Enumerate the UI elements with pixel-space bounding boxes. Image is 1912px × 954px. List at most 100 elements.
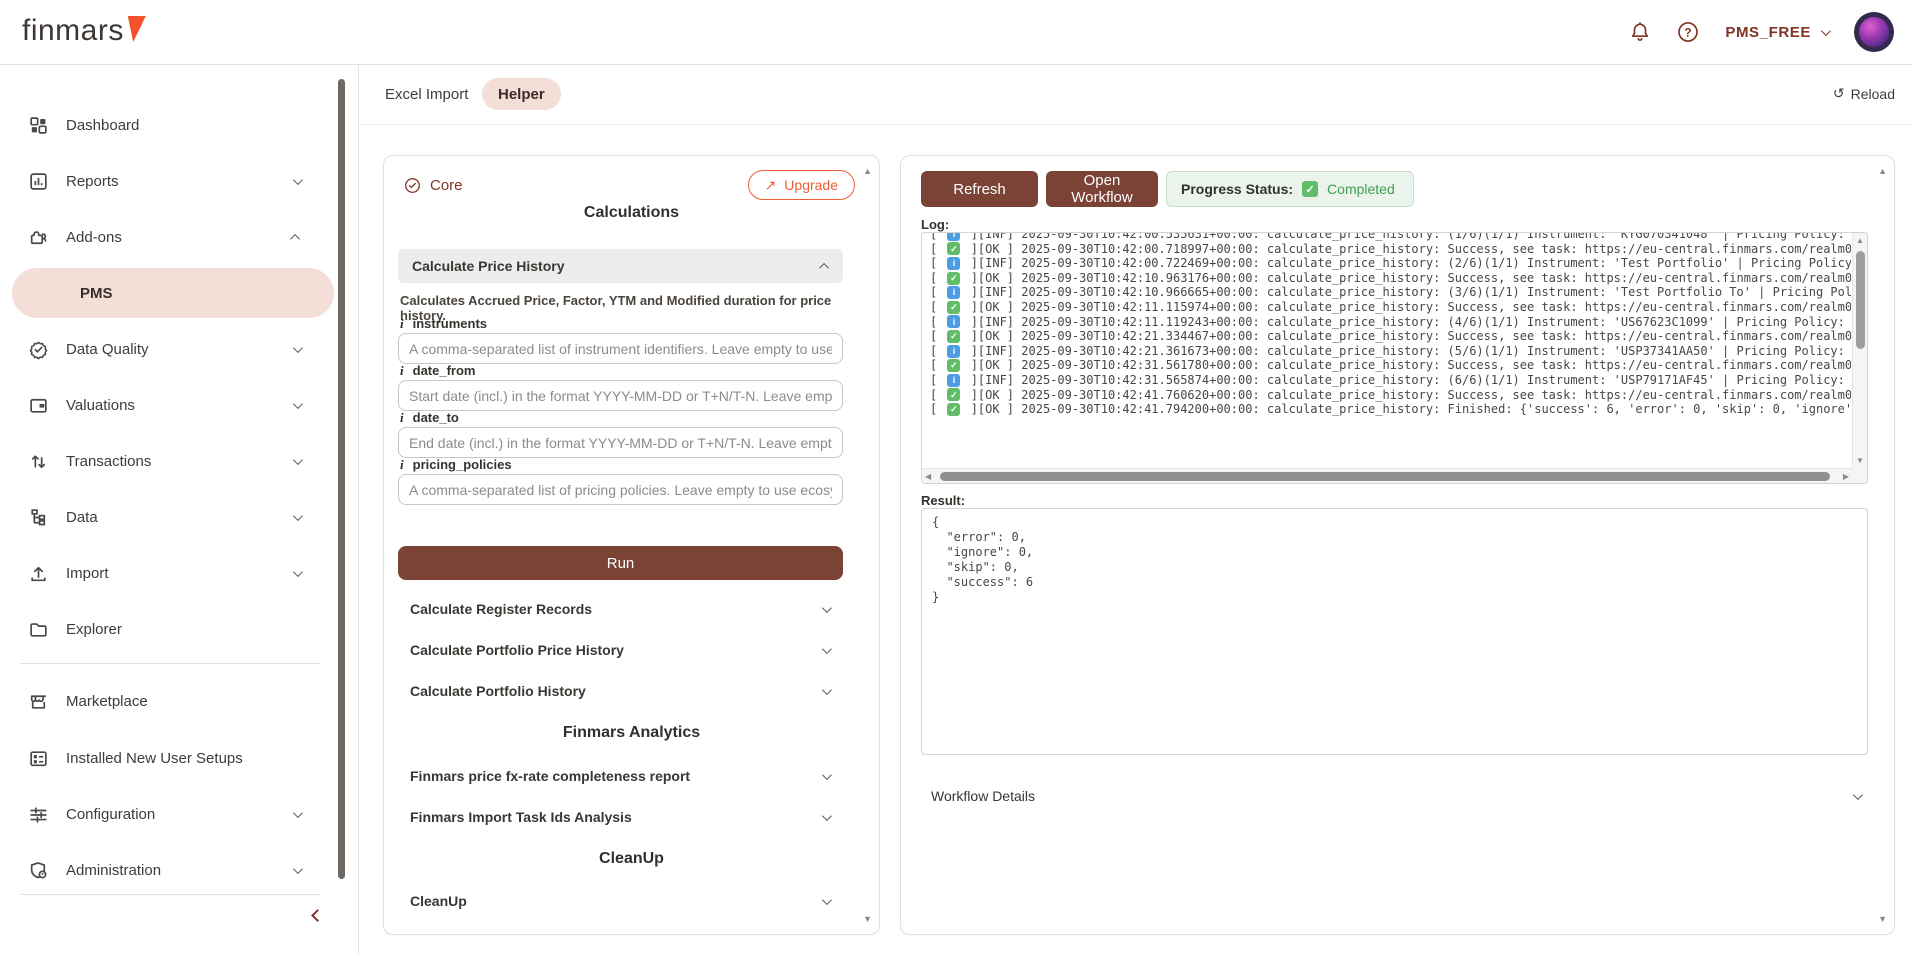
sidebar-item-import[interactable]: Import (0, 545, 336, 601)
calculations-heading: Calculations (384, 204, 879, 222)
addons-puzzle-icon (27, 226, 49, 248)
sidebar-collapse-button[interactable] (313, 907, 322, 925)
scrollbar-thumb[interactable] (1856, 251, 1865, 349)
panel-scroll-up-icon[interactable]: ▲ (863, 166, 872, 176)
log-message: 2025-09-30T10:42:31.565874+00:00: calcul… (1021, 373, 1851, 388)
log-level-icon (947, 359, 960, 372)
log-level-tag: ][OK ] (971, 271, 1022, 286)
date-to-input[interactable] (398, 427, 843, 458)
sidebar-item-transactions[interactable]: Transactions (0, 433, 336, 489)
log-line: [ ][OK ] 2025-09-30T10:42:41.794200+00:0… (930, 402, 1851, 417)
refresh-button[interactable]: Refresh (921, 171, 1038, 207)
panel-scroll-down-icon[interactable]: ▼ (1878, 914, 1887, 924)
accordion-calculate-price-history[interactable]: Calculate Price History (398, 249, 843, 283)
sidebar-item-label: Data (66, 509, 293, 526)
progress-status-value: Completed (1327, 181, 1395, 197)
workflow-details-accordion[interactable]: Workflow Details (921, 776, 1876, 816)
sidebar-item-valuations[interactable]: Valuations (0, 377, 336, 433)
scrollbar-thumb[interactable] (940, 472, 1830, 481)
scroll-up-arrow-icon[interactable]: ▲ (1856, 236, 1864, 245)
accordion-calculate-register-records[interactable]: Calculate Register Records (398, 589, 843, 629)
scroll-right-arrow-icon[interactable]: ▶ (1843, 472, 1849, 481)
logo-text: finmars (22, 14, 124, 48)
open-workflow-button[interactable]: Open Workflow (1046, 171, 1158, 207)
pricing-policies-input[interactable] (398, 474, 843, 505)
sidebar-item-explorer[interactable]: Explorer (0, 601, 336, 657)
log-level-tag: ][INF] (971, 285, 1022, 300)
chevron-down-icon (1853, 790, 1863, 800)
reload-button[interactable]: ↺ Reload (1833, 85, 1895, 102)
sidebar-item-marketplace[interactable]: Marketplace (0, 673, 336, 729)
result-output-area[interactable]: { "error": 0, "ignore": 0, "skip": 0, "s… (921, 508, 1868, 755)
panel-scroll-up-icon[interactable]: ▲ (1878, 166, 1887, 176)
sidebar-divider (20, 663, 320, 664)
log-line: [ ][INF] 2025-09-30T10:42:11.119243+00:0… (930, 315, 1851, 330)
workflow-details-label: Workflow Details (931, 788, 1035, 804)
upgrade-button[interactable]: ↗ Upgrade (748, 170, 855, 200)
output-panel: ▲ ▼ Refresh Open Workflow Progress Statu… (900, 155, 1895, 935)
sidebar-item-configuration[interactable]: Configuration (0, 786, 336, 842)
log-output-area[interactable]: [ ][INF] 2025-09-30T10:42:00.535631+00:0… (921, 232, 1868, 484)
chevron-down-icon (293, 399, 303, 409)
accordion-import-task-ids-analysis[interactable]: Finmars Import Task Ids Analysis (398, 797, 843, 837)
sidebar-item-reports[interactable]: Reports (0, 153, 336, 209)
date-from-input[interactable] (398, 380, 843, 411)
avatar[interactable] (1854, 12, 1894, 52)
sidebar-item-dashboard[interactable]: Dashboard (0, 97, 336, 153)
log-vertical-scrollbar[interactable]: ▲ ▼ (1852, 233, 1867, 468)
chevron-down-icon (293, 343, 303, 353)
tab-helper[interactable]: Helper (482, 78, 561, 110)
tab-excel-import[interactable]: Excel Import (369, 78, 484, 110)
scroll-down-arrow-icon[interactable]: ▼ (1856, 456, 1864, 465)
sidebar-item-label: Data Quality (66, 341, 293, 358)
log-message: 2025-09-30T10:42:21.334467+00:00: calcul… (1021, 329, 1851, 344)
sidebar-item-data[interactable]: Data (0, 489, 336, 545)
sidebar-item-label: Transactions (66, 453, 293, 470)
accordion-title: Calculate Portfolio Price History (410, 642, 624, 658)
core-module-label: Core (404, 177, 463, 194)
field-name: date_from (413, 363, 476, 378)
progress-status-label: Progress Status: (1181, 181, 1293, 197)
accordion-calculate-portfolio-history[interactable]: Calculate Portfolio History (398, 671, 843, 711)
notifications-bell-icon[interactable] (1629, 21, 1651, 43)
log-line: [ ][OK ] 2025-09-30T10:42:11.115974+00:0… (930, 300, 1851, 315)
sidebar-divider (20, 894, 320, 895)
sidebar-item-pms[interactable]: PMS (12, 268, 334, 318)
log-line: [ ][INF] 2025-09-30T10:42:00.722469+00:0… (930, 256, 1851, 271)
instruments-input[interactable] (398, 333, 843, 364)
run-button[interactable]: Run (398, 546, 843, 580)
log-message: 2025-09-30T10:42:00.535631+00:00: calcul… (1021, 232, 1851, 242)
help-icon[interactable]: ? (1677, 21, 1699, 43)
sidebar-item-data-quality[interactable]: Data Quality (0, 321, 336, 377)
info-icon: i (400, 457, 404, 473)
accordion-fx-rate-completeness-report[interactable]: Finmars price fx-rate completeness repor… (398, 756, 843, 796)
tab-bar: Excel Import Helper ↺ Reload (360, 65, 1912, 125)
scrollbar-corner (1852, 468, 1867, 483)
log-message: 2025-09-30T10:42:11.115974+00:00: calcul… (1021, 300, 1851, 315)
accordion-cleanup[interactable]: CleanUp (398, 881, 843, 921)
sidebar-item-administration[interactable]: Administration (0, 842, 336, 898)
accordion-calculate-portfolio-price-history[interactable]: Calculate Portfolio Price History (398, 630, 843, 670)
sidebar-item-label: Dashboard (66, 117, 336, 134)
sidebar-scrollbar[interactable] (338, 79, 345, 879)
accordion-title: Calculate Register Records (410, 601, 592, 617)
chevron-down-icon (293, 511, 303, 521)
core-check-icon (404, 177, 421, 194)
finmars-logo[interactable]: finmars (22, 14, 144, 48)
chevron-down-icon (822, 811, 832, 821)
scroll-left-arrow-icon[interactable]: ◀ (925, 472, 931, 481)
field-label-date-from: i date_from (400, 363, 475, 379)
chevron-down-icon (293, 808, 303, 818)
panel-scroll-down-icon[interactable]: ▼ (863, 914, 872, 924)
log-message: 2025-09-30T10:42:31.561780+00:00: calcul… (1021, 358, 1851, 373)
sidebar-item-addons[interactable]: Add-ons (0, 209, 336, 265)
sidebar-item-installed-setups[interactable]: Installed New User Setups (0, 730, 336, 786)
marketplace-store-icon (27, 690, 49, 712)
chevron-down-icon (293, 175, 303, 185)
accordion-title: Calculate Price History (412, 258, 565, 274)
module-header: Core ↗ Upgrade (404, 170, 855, 200)
log-level-tag: ][INF] (971, 315, 1022, 330)
log-level-tag: ][OK ] (971, 388, 1022, 403)
log-horizontal-scrollbar[interactable]: ◀ ▶ (922, 468, 1852, 483)
workspace-selector[interactable]: PMS_FREE (1725, 24, 1828, 41)
